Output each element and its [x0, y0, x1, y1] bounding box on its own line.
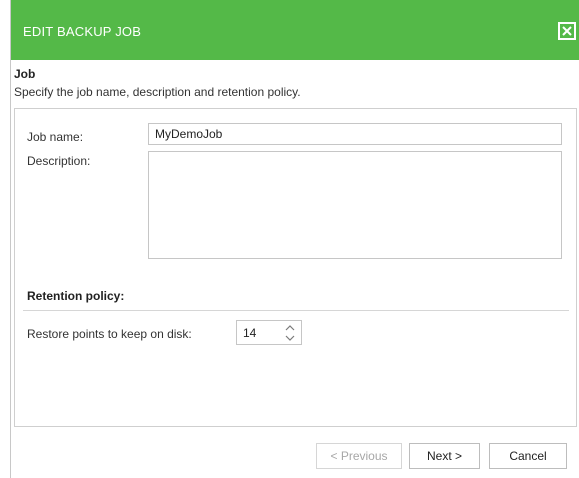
dialog-title: EDIT BACKUP JOB	[23, 24, 142, 39]
cancel-button[interactable]: Cancel	[489, 443, 567, 469]
chevron-down-icon	[285, 335, 295, 341]
previous-button[interactable]: < Previous	[316, 443, 402, 469]
description-textarea[interactable]	[148, 151, 562, 259]
section-description: Specify the job name, description and re…	[14, 85, 301, 99]
close-button[interactable]	[558, 22, 576, 40]
dialog-titlebar: EDIT BACKUP JOB	[11, 0, 579, 60]
retention-divider	[23, 310, 569, 311]
edit-backup-job-dialog: EDIT BACKUP JOB Job Specify the job name…	[10, 0, 579, 478]
job-name-input[interactable]	[148, 123, 562, 145]
restore-points-stepper[interactable]: 14	[236, 320, 302, 345]
stepper-down-button[interactable]	[279, 332, 301, 343]
retention-policy-heading: Retention policy:	[27, 289, 125, 303]
chevron-up-icon	[285, 324, 295, 330]
job-name-label: Job name:	[27, 130, 84, 144]
restore-points-value[interactable]: 14	[243, 326, 256, 340]
job-settings-panel: Job name: Description: Retention policy:…	[14, 108, 577, 427]
next-button[interactable]: Next >	[409, 443, 480, 469]
description-label: Description:	[27, 154, 91, 168]
close-x-icon	[562, 26, 572, 36]
restore-points-label: Restore points to keep on disk:	[27, 327, 192, 341]
section-title: Job	[14, 67, 36, 81]
